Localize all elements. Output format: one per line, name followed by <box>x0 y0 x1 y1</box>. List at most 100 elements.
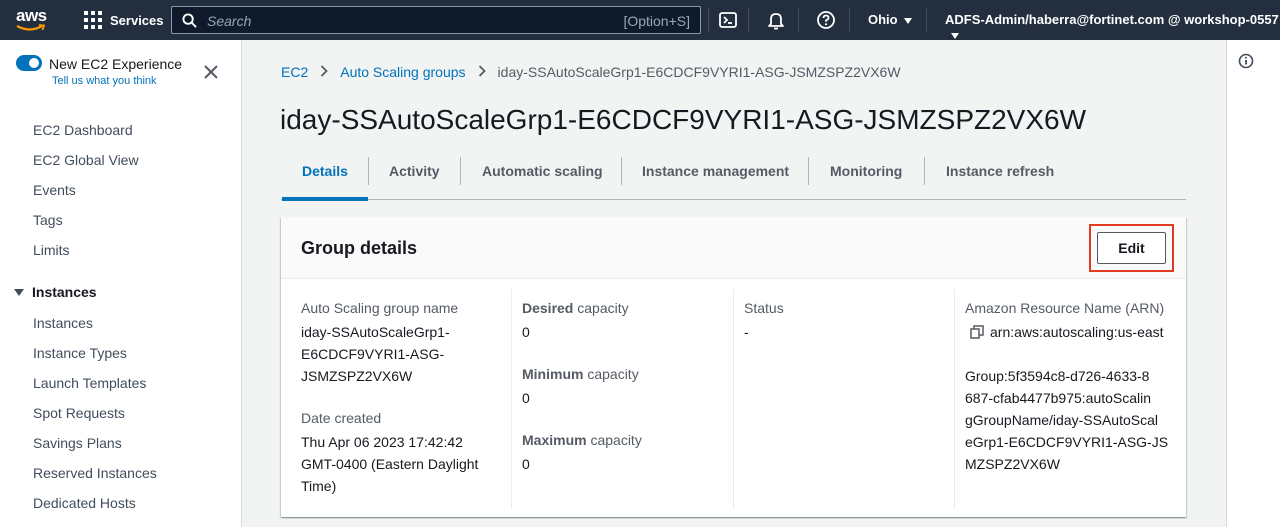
chevron-right-icon <box>478 64 486 80</box>
arn-first-line: arn:aws:autoscaling:us-east <box>970 321 1164 343</box>
chevron-down-icon <box>903 17 912 24</box>
arn-line: eGrp1-E6CDCF9VYRI1-ASG-JS <box>965 434 1169 450</box>
services-label: Services <box>110 12 164 28</box>
arn-line: Group:5f3594c8-d726-4633-8 <box>965 368 1150 384</box>
max-bold: Maximum <box>522 432 587 448</box>
caret-down-icon <box>14 288 24 296</box>
tab-details[interactable]: Details <box>282 155 368 201</box>
search-icon <box>182 13 197 28</box>
arn-value: Group:5f3594c8-d726-4633-8 687-cfab4477b… <box>965 365 1168 475</box>
tab-instance-management[interactable]: Instance management <box>642 155 789 200</box>
cloudshell-icon[interactable] <box>718 10 738 30</box>
desired-rest: capacity <box>573 300 629 316</box>
sidebar: New EC2 Experience Tell us what you thin… <box>0 40 242 527</box>
sidebar-section-instances[interactable]: Instances <box>14 284 97 300</box>
panel-header: Group details Edit <box>281 217 1186 279</box>
search-shortcut: [Option+S] <box>623 13 690 29</box>
group-name-line: iday-SSAutoScaleGrp1- <box>301 324 450 340</box>
page-title: iday-SSAutoScaleGrp1-E6CDCF9VYRI1-ASG-JS… <box>280 104 1087 135</box>
arn-line: MZSPZ2VX6W <box>965 456 1060 472</box>
chevron-right-icon <box>320 64 329 80</box>
tab-divider <box>621 157 622 185</box>
tab-instance-refresh[interactable]: Instance refresh <box>946 155 1054 200</box>
desired-capacity-label: Desired capacity <box>522 300 629 316</box>
sidebar-section-label: Instances <box>32 284 97 300</box>
edit-button[interactable]: Edit <box>1097 232 1166 264</box>
sidebar-item-instances[interactable]: Instances <box>33 315 93 331</box>
search-input[interactable]: Search [Option+S] <box>171 6 701 34</box>
group-name-value: iday-SSAutoScaleGrp1- E6CDCF9VYRI1-ASG- … <box>301 321 450 387</box>
aws-logo[interactable]: aws <box>14 5 54 35</box>
column-divider <box>733 289 734 509</box>
bell-icon[interactable] <box>766 10 786 30</box>
region-label: Ohio <box>868 12 898 27</box>
sidebar-item-instance-types[interactable]: Instance Types <box>33 345 127 361</box>
sidebar-item-reserved-instances[interactable]: Reserved Instances <box>33 465 157 481</box>
help-panel-rail <box>1226 40 1280 527</box>
sidebar-item-spot-requests[interactable]: Spot Requests <box>33 405 125 421</box>
sidebar-item-ec2-global-view[interactable]: EC2 Global View <box>33 152 139 168</box>
breadcrumb-current: iday-SSAutoScaleGrp1-E6CDCF9VYRI1-ASG-JS… <box>497 64 901 80</box>
date-created-label: Date created <box>301 410 382 426</box>
tab-activity[interactable]: Activity <box>389 155 440 200</box>
group-details-panel: Group details Edit Auto Scaling group na… <box>281 217 1186 517</box>
account-menu[interactable]: ADFS-Admin/haberra@fortinet.com @ worksh… <box>945 12 1280 42</box>
sidebar-item-savings-plans[interactable]: Savings Plans <box>33 435 122 451</box>
date-created-line: GMT-0400 (Eastern Daylight <box>301 456 479 472</box>
aws-logo-text: aws <box>16 6 47 25</box>
breadcrumb-ec2[interactable]: EC2 <box>281 64 308 80</box>
status-label: Status <box>744 300 784 316</box>
close-icon[interactable] <box>203 64 219 80</box>
group-name-label: Auto Scaling group name <box>301 300 459 316</box>
sidebar-item-launch-templates[interactable]: Launch Templates <box>33 375 146 391</box>
sidebar-item-tags[interactable]: Tags <box>33 212 63 228</box>
new-experience-title: New EC2 Experience <box>49 56 183 72</box>
date-created-value: Thu Apr 06 2023 17:42:42 GMT-0400 (Easte… <box>301 431 478 497</box>
account-label: ADFS-Admin/haberra@fortinet.com @ worksh… <box>945 12 1279 27</box>
tab-monitoring[interactable]: Monitoring <box>830 155 902 200</box>
tab-divider <box>368 157 369 185</box>
arn-label: Amazon Resource Name (ARN) <box>965 300 1165 316</box>
min-bold: Minimum <box>522 366 584 382</box>
top-navigation: aws Services Search [Option+S] Ohio ADFS… <box>0 0 1280 40</box>
desired-capacity-value: 0 <box>522 324 530 340</box>
region-selector[interactable]: Ohio <box>868 12 912 27</box>
sidebar-item-ec2-dashboard[interactable]: EC2 Dashboard <box>33 122 133 138</box>
feedback-link[interactable]: Tell us what you think <box>52 75 157 87</box>
new-experience-toggle[interactable] <box>16 55 42 71</box>
sidebar-item-limits[interactable]: Limits <box>33 242 70 258</box>
nav-divider <box>798 8 799 32</box>
info-icon[interactable] <box>1238 53 1254 69</box>
tab-bar: Details Activity Automatic scaling Insta… <box>281 155 1186 201</box>
services-grid-icon <box>84 11 102 29</box>
nav-divider <box>849 8 850 32</box>
breadcrumb-auto-scaling-groups[interactable]: Auto Scaling groups <box>340 64 465 80</box>
nav-divider <box>708 8 709 32</box>
min-rest: capacity <box>583 366 639 382</box>
sidebar-item-events[interactable]: Events <box>33 182 76 198</box>
desired-bold: Desired <box>522 300 574 316</box>
column-divider <box>511 289 512 509</box>
arn-line: gGroupName/iday-SSAutoScal <box>965 412 1158 428</box>
nav-divider <box>748 8 749 32</box>
minimum-capacity-label: Minimum capacity <box>522 366 639 382</box>
max-rest: capacity <box>586 432 642 448</box>
chevron-down-icon <box>951 32 959 39</box>
maximum-capacity-value: 0 <box>522 456 530 472</box>
search-placeholder: Search <box>207 13 252 29</box>
sidebar-item-dedicated-hosts[interactable]: Dedicated Hosts <box>33 495 136 511</box>
tab-divider <box>808 157 809 185</box>
date-created-line: Time) <box>301 478 337 494</box>
arn-prefix: arn:aws:autoscaling:us-east <box>990 324 1164 340</box>
date-created-line: Thu Apr 06 2023 17:42:42 <box>301 434 463 450</box>
minimum-capacity-value: 0 <box>522 390 530 406</box>
copy-icon[interactable] <box>970 325 984 339</box>
nav-divider <box>926 8 927 32</box>
group-name-line: E6CDCF9VYRI1-ASG- <box>301 346 445 362</box>
breadcrumb: EC2 Auto Scaling groups iday-SSAutoScale… <box>281 64 901 80</box>
status-value: - <box>744 324 749 340</box>
services-menu[interactable]: Services <box>84 0 164 40</box>
panel-title: Group details <box>301 238 418 258</box>
tab-automatic-scaling[interactable]: Automatic scaling <box>482 155 603 200</box>
help-icon[interactable] <box>816 10 836 30</box>
